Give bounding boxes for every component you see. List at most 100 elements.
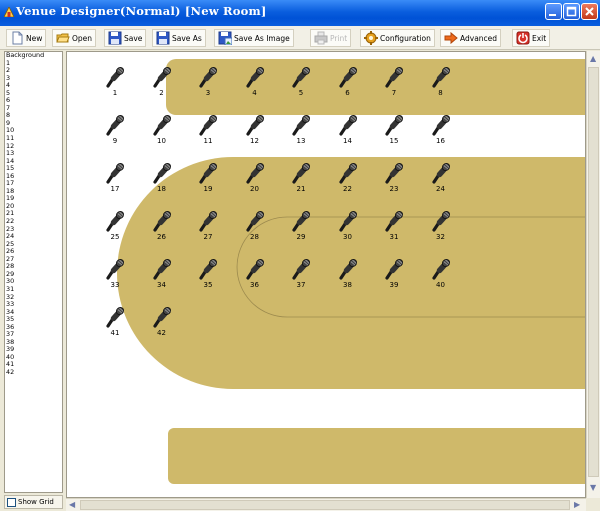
layer-list-item[interactable]: 42 (6, 368, 62, 377)
layer-list-item[interactable]: 25 (6, 240, 62, 249)
layer-list-item[interactable]: 26 (6, 248, 62, 256)
microphone[interactable]: 16 (419, 114, 463, 158)
microphone[interactable]: 41 (93, 306, 137, 350)
layer-list-item[interactable]: 11 (6, 134, 62, 143)
microphone[interactable]: 42 (140, 306, 184, 350)
new-button[interactable]: New (6, 29, 47, 47)
microphone[interactable]: 31 (372, 210, 416, 254)
microphone[interactable]: 20 (233, 162, 277, 206)
microphone[interactable]: 37 (279, 258, 323, 302)
microphone[interactable]: 32 (419, 210, 463, 254)
layer-list-item[interactable]: 40 (6, 353, 62, 362)
open-button[interactable]: Open (52, 29, 97, 47)
scroll-down-icon[interactable]: ▼ (590, 483, 596, 493)
microphone[interactable]: 8 (419, 66, 463, 110)
layer-list-item[interactable]: 34 (6, 308, 62, 317)
microphone[interactable]: 36 (233, 258, 277, 302)
microphone[interactable]: 35 (186, 258, 230, 302)
layer-list-item[interactable]: 5 (6, 89, 62, 98)
microphone[interactable]: 21 (279, 162, 323, 206)
microphone[interactable]: 11 (186, 114, 230, 158)
close-button[interactable] (581, 3, 598, 20)
layer-list-item[interactable]: 9 (6, 119, 62, 128)
microphone[interactable]: 5 (279, 66, 323, 110)
layer-list-item[interactable]: 37 (6, 331, 62, 339)
layer-list-item[interactable]: 12 (6, 142, 62, 151)
layer-list[interactable]: Background 1 2 3 4 5 6 7 8 9 10 11 12 13 14 15 16 17 18 19 2… (4, 51, 63, 493)
layer-list-item[interactable]: 29 (6, 270, 62, 279)
microphone[interactable]: 23 (372, 162, 416, 206)
layer-list-item[interactable]: 41 (6, 361, 62, 369)
checkbox-box[interactable] (7, 497, 16, 507)
microphone[interactable]: 6 (326, 66, 370, 110)
layer-list-item[interactable]: 32 (6, 293, 62, 302)
layer-list-item[interactable]: Background (6, 52, 62, 60)
print-button[interactable]: Print (310, 29, 352, 47)
minimize-button[interactable] (545, 3, 562, 20)
horizontal-scrollbar[interactable]: ◀ ▶ (66, 498, 586, 511)
microphone[interactable]: 15 (372, 114, 416, 158)
layer-list-item[interactable]: 33 (6, 300, 62, 309)
venue-canvas[interactable]: 1 2 3 4 5 6 7 8 9 10 11 12 13 14 15 16 17 18 19 20 21 22 23 24 2… (66, 51, 586, 498)
layer-list-item[interactable]: 27 (6, 255, 62, 264)
layer-list-item[interactable]: 2 (6, 67, 62, 75)
scroll-left-icon[interactable]: ◀ (69, 500, 75, 510)
layer-list-item[interactable]: 20 (6, 202, 62, 211)
save-as-button[interactable]: Save As (152, 29, 206, 47)
microphone[interactable]: 34 (140, 258, 184, 302)
microphone[interactable]: 10 (140, 114, 184, 158)
microphone[interactable]: 19 (186, 162, 230, 206)
microphone[interactable]: 39 (372, 258, 416, 302)
layer-list-item[interactable]: 6 (6, 97, 62, 105)
microphone[interactable]: 1 (93, 66, 137, 110)
layer-list-item[interactable]: 23 (6, 225, 62, 234)
microphone[interactable]: 28 (233, 210, 277, 254)
layer-list-item[interactable]: 17 (6, 180, 62, 188)
scroll-up-icon[interactable]: ▲ (590, 54, 596, 64)
layer-list-item[interactable]: 38 (6, 338, 62, 347)
microphone[interactable]: 17 (93, 162, 137, 206)
vertical-scroll-thumb[interactable] (588, 67, 599, 477)
microphone[interactable]: 40 (419, 258, 463, 302)
layer-list-item[interactable]: 31 (6, 285, 62, 294)
table-bottom[interactable] (168, 428, 586, 484)
layer-list-item[interactable]: 22 (6, 217, 62, 226)
layer-list-item[interactable]: 30 (6, 278, 62, 286)
layer-list-item[interactable]: 39 (6, 346, 62, 354)
layer-list-item[interactable]: 16 (6, 172, 62, 181)
layer-list-item[interactable]: 28 (6, 263, 62, 271)
layer-list-item[interactable]: 18 (6, 187, 62, 196)
microphone[interactable]: 14 (326, 114, 370, 158)
save-as-image-button[interactable]: Save As Image (214, 29, 294, 47)
layer-list-item[interactable]: 7 (6, 104, 62, 113)
microphone[interactable]: 27 (186, 210, 230, 254)
layer-list-item[interactable]: 21 (6, 210, 62, 218)
microphone[interactable]: 4 (233, 66, 277, 110)
maximize-button[interactable] (563, 3, 580, 20)
microphone[interactable]: 25 (93, 210, 137, 254)
microphone[interactable]: 30 (326, 210, 370, 254)
layer-list-item[interactable]: 15 (6, 165, 62, 173)
horizontal-scroll-thumb[interactable] (80, 500, 570, 510)
show-grid-checkbox[interactable]: Show Grid (4, 495, 63, 509)
layer-list-item[interactable]: 36 (6, 323, 62, 332)
microphone[interactable]: 7 (372, 66, 416, 110)
microphone[interactable]: 12 (233, 114, 277, 158)
microphone[interactable]: 26 (140, 210, 184, 254)
microphone[interactable]: 13 (279, 114, 323, 158)
layer-list-item[interactable]: 4 (6, 82, 62, 90)
save-button[interactable]: Save (104, 29, 147, 47)
microphone[interactable]: 22 (326, 162, 370, 206)
microphone[interactable]: 18 (140, 162, 184, 206)
layer-list-item[interactable]: 1 (6, 59, 62, 68)
layer-list-item[interactable]: 35 (6, 316, 62, 324)
microphone[interactable]: 2 (140, 66, 184, 110)
layer-list-item[interactable]: 8 (6, 112, 62, 120)
layer-list-item[interactable]: 14 (6, 157, 62, 166)
layer-list-item[interactable]: 19 (6, 195, 62, 203)
scroll-right-icon[interactable]: ▶ (574, 500, 580, 510)
layer-list-item[interactable]: 24 (6, 233, 62, 241)
layer-list-item[interactable]: 10 (6, 127, 62, 135)
microphone[interactable]: 33 (93, 258, 137, 302)
microphone[interactable]: 3 (186, 66, 230, 110)
